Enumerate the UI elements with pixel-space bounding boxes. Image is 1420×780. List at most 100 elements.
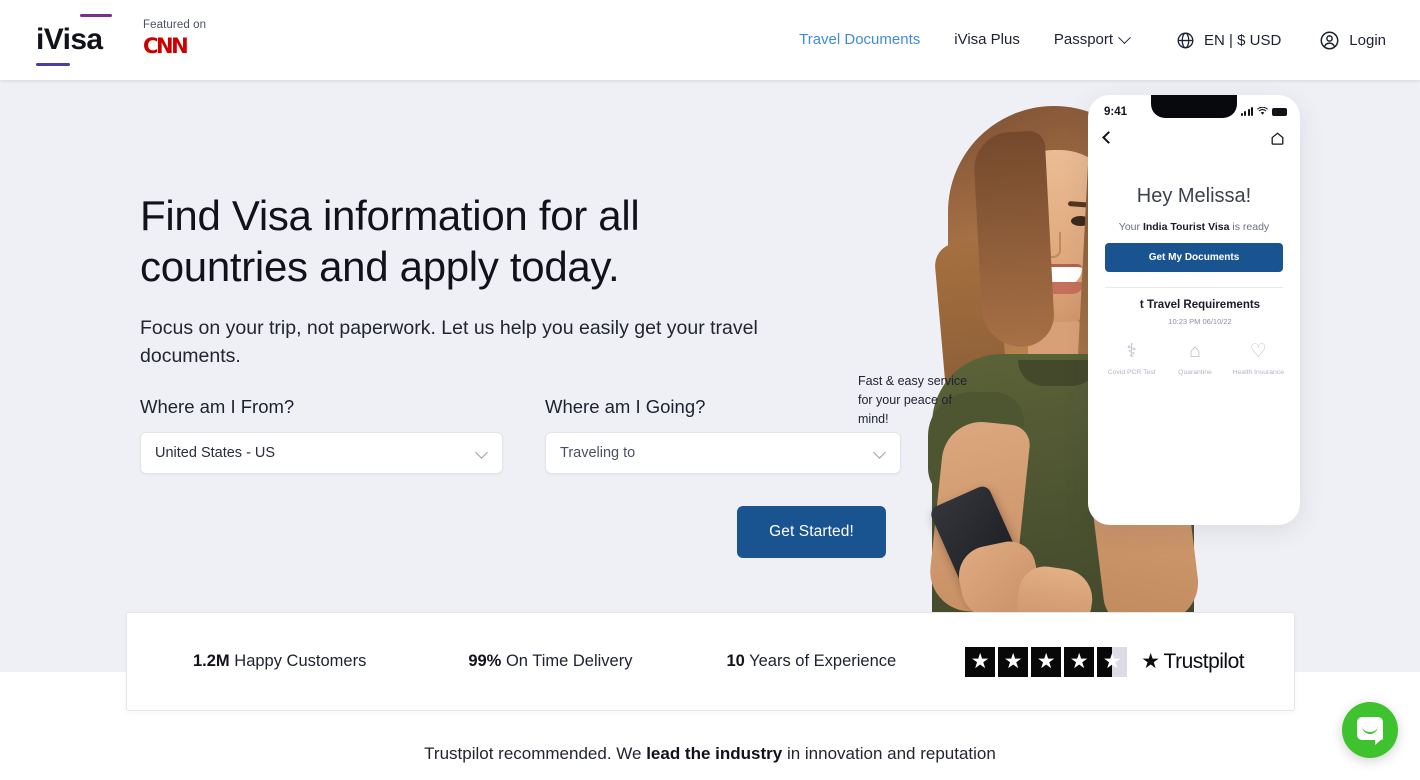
to-field-label: Where am I Going? xyxy=(545,396,706,417)
phone-notch xyxy=(1151,95,1237,118)
logo-wordmark: iVisa xyxy=(36,23,103,56)
note-bold: lead the industry xyxy=(646,744,783,763)
trustpilot-widget[interactable]: ★ ★ ★ ★ ★ ★ Trustpilot xyxy=(965,646,1245,677)
stat-label: Happy Customers xyxy=(229,652,367,670)
signal-bars-icon xyxy=(1241,107,1253,116)
wifi-icon xyxy=(1257,107,1268,115)
chevron-down-icon xyxy=(475,446,488,459)
note-pre: Trustpilot recommended. We xyxy=(424,744,647,763)
trustpilot-star-icon: ★ xyxy=(1141,650,1160,673)
chat-bubble-icon xyxy=(1357,717,1383,745)
from-field-label: Where am I From? xyxy=(140,396,295,417)
house-icon: ⌂ xyxy=(1189,341,1201,362)
back-chevron-icon[interactable] xyxy=(1102,131,1115,144)
syringe-icon: ⚕ xyxy=(1126,341,1137,362)
chat-bubble-tail xyxy=(1375,738,1383,745)
star-tile-filled: ★ xyxy=(1064,646,1095,677)
requirement-label: Health Insurance xyxy=(1232,369,1284,376)
get-started-button[interactable]: Get Started! xyxy=(737,506,886,558)
star-icon: ★ xyxy=(1003,649,1023,673)
star-icon: ★ xyxy=(970,649,990,673)
phone-greeting: Hey Melissa! xyxy=(1136,185,1252,207)
chevron-down-icon xyxy=(873,446,886,459)
stat-value: 99% xyxy=(468,652,502,670)
login-label: Login xyxy=(1349,31,1386,49)
login-button[interactable]: Login xyxy=(1289,30,1386,51)
hero-copy: Find Visa information for all countries … xyxy=(140,190,860,370)
cta-wrapper: Get Started! xyxy=(737,506,886,558)
destination-country-value: Traveling to xyxy=(560,445,636,461)
phone-divider xyxy=(1105,287,1283,288)
origin-country-value: United States - US xyxy=(155,445,276,461)
stat-label: Years of Experience xyxy=(744,652,897,670)
phone-requirements-timestamp: 10:23 PM 06/10/22 xyxy=(1168,317,1232,326)
star-icon: ★ xyxy=(1069,649,1089,673)
page-root: iVisa Featured on CNN Travel Documents i… xyxy=(0,0,1420,780)
nav-item-travel-documents[interactable]: Travel Documents xyxy=(782,0,937,80)
star-icon: ★ xyxy=(1036,649,1056,673)
stat-on-time-delivery: 99% On Time Delivery xyxy=(468,652,632,671)
cnn-logo: CNN xyxy=(143,34,189,58)
phone-requirements-title: t Travel Requirements xyxy=(1139,299,1261,311)
stat-value: 10 xyxy=(726,652,745,670)
featured-on-label: Featured on xyxy=(143,19,207,31)
to-field-group: Where am I Going? Traveling to xyxy=(545,396,901,474)
locale-label: EN | $ USD xyxy=(1204,31,1282,49)
requirement-item: ♡ Health Insurance xyxy=(1229,339,1287,377)
phone-status-time: 9:41 xyxy=(1104,106,1128,118)
nav-item-ivisa-plus[interactable]: iVisa Plus xyxy=(937,0,1037,80)
site-header: iVisa Featured on CNN Travel Documents i… xyxy=(0,0,1420,80)
destination-country-select[interactable]: Traveling to xyxy=(545,432,901,474)
home-icon[interactable] xyxy=(1270,131,1285,146)
stat-label: On Time Delivery xyxy=(501,652,633,670)
phone-status-icons xyxy=(1241,107,1287,116)
stat-happy-customers: 1.2M Happy Customers xyxy=(193,652,366,671)
hero-section: Find Visa information for all countries … xyxy=(0,80,1420,672)
requirement-label: Quarantine xyxy=(1178,369,1212,376)
star-tile-filled: ★ xyxy=(965,646,996,677)
trustpilot-recommendation-note: Trustpilot recommended. We lead the indu… xyxy=(0,744,1420,764)
note-post: in innovation and reputation xyxy=(782,744,996,763)
stats-bar: 1.2M Happy Customers 99% On Time Deliver… xyxy=(126,612,1295,711)
trustpilot-wordmark: Trustpilot xyxy=(1163,649,1245,673)
get-my-documents-button[interactable]: Get My Documents xyxy=(1105,243,1283,272)
trustpilot-stars: ★ ★ ★ ★ ★ xyxy=(965,646,1128,677)
nav-item-passport-label: Passport xyxy=(1053,31,1114,48)
chat-widget-button[interactable] xyxy=(1342,702,1398,758)
trustpilot-brand: ★ Trustpilot xyxy=(1141,649,1244,674)
user-circle-icon xyxy=(1320,31,1339,49)
logo-accent-top xyxy=(80,14,112,17)
visa-search-form: Where am I From? United States - US Wher… xyxy=(140,396,901,474)
star-tile-filled: ★ xyxy=(998,646,1029,677)
stat-years-experience: 10 Years of Experience xyxy=(726,652,896,671)
phone-visa-status: Your India Tourist Visa is ready xyxy=(1088,221,1300,233)
heart-shield-icon: ♡ xyxy=(1249,341,1267,362)
chevron-down-icon xyxy=(1118,30,1131,44)
requirement-label: Covid PCR Test xyxy=(1107,369,1156,376)
phone-nav-row xyxy=(1088,127,1300,157)
ivisa-logo[interactable]: iVisa xyxy=(36,14,116,66)
globe-icon xyxy=(1177,32,1194,48)
main-navigation: Travel Documents iVisa Plus Passport EN … xyxy=(782,0,1386,80)
origin-country-select[interactable]: United States - US xyxy=(140,432,503,474)
nav-item-passport[interactable]: Passport xyxy=(1037,0,1146,80)
star-icon: ★ xyxy=(1102,649,1122,673)
phone-visa-status-pre: Your xyxy=(1118,221,1143,233)
page-title: Find Visa information for all countries … xyxy=(140,192,640,290)
chat-smile-icon xyxy=(1362,726,1378,734)
stat-value: 1.2M xyxy=(193,652,230,670)
phone-requirement-list: ⚕ Covid PCR Test ⌂ Quarantine ♡ Health I… xyxy=(1100,339,1290,377)
from-field-group: Where am I From? United States - US xyxy=(140,396,503,474)
featured-on-cnn: Featured on CNN xyxy=(143,18,223,58)
logo-accent-bottom xyxy=(36,63,70,66)
requirement-item: ⚕ Covid PCR Test xyxy=(1103,339,1161,377)
phone-visa-name: India Tourist Visa xyxy=(1142,221,1230,233)
battery-icon xyxy=(1272,108,1287,116)
requirement-item: ⌂ Quarantine xyxy=(1166,339,1224,377)
hair-front-left xyxy=(972,130,1056,349)
locale-currency-selector[interactable]: EN | $ USD xyxy=(1162,31,1289,50)
star-tile-half: ★ xyxy=(1097,646,1128,677)
app-screen-mockup: 9:41 Hey Melissa! Your India Tourist Vis… xyxy=(1088,95,1300,525)
star-tile-filled: ★ xyxy=(1031,646,1062,677)
hero-artwork: Fast & easy service for your peace of mi… xyxy=(820,80,1420,672)
